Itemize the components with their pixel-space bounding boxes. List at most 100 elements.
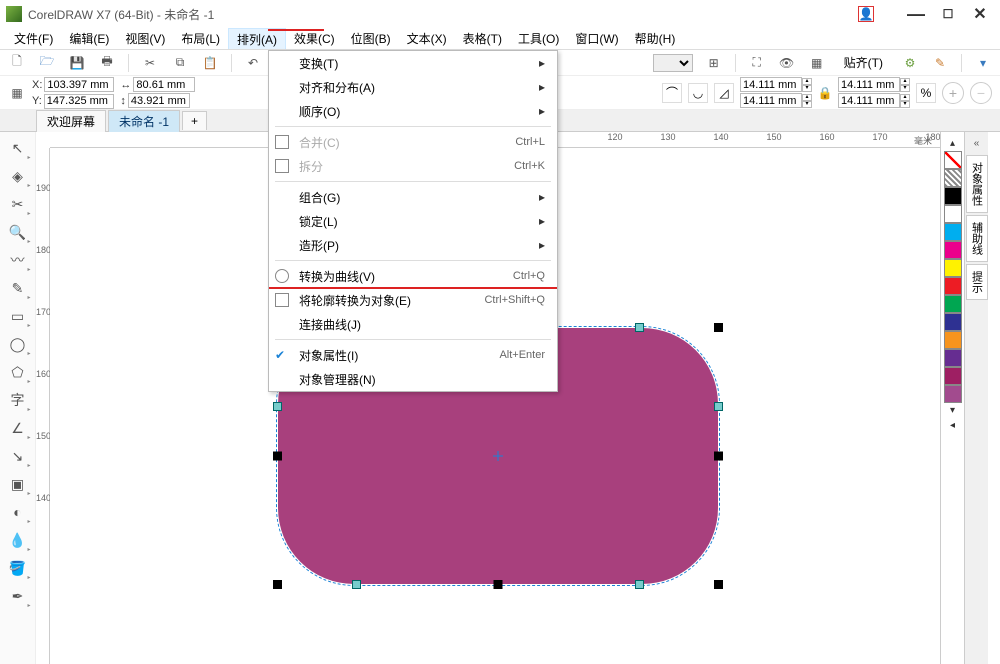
paste-icon[interactable]: 📋 xyxy=(201,54,219,72)
spinner[interactable]: ▴▾ xyxy=(802,78,812,92)
drop-shadow-tool-icon[interactable]: ▣ xyxy=(8,474,28,494)
center-marker-icon[interactable] xyxy=(493,451,503,461)
view-fullscreen-icon[interactable]: ⛶ xyxy=(748,54,766,72)
corner-node[interactable] xyxy=(714,402,723,411)
menu-arrange[interactable]: 排列(A) xyxy=(228,28,286,49)
corner-round-icon[interactable]: ⌒ xyxy=(662,83,682,103)
ellipse-tool-icon[interactable]: ◯ xyxy=(8,334,28,354)
handle-bot-left[interactable] xyxy=(273,580,282,589)
relative-corner-icon[interactable]: % xyxy=(916,83,936,103)
minimize-button[interactable]: — xyxy=(902,3,930,25)
object-origin-icon[interactable]: ▦ xyxy=(8,84,26,102)
color-swatch[interactable] xyxy=(944,205,962,223)
app-launcher-icon[interactable]: ▾ xyxy=(974,54,992,72)
cut-icon[interactable]: ✂ xyxy=(141,54,159,72)
print-icon[interactable]: 🖶 xyxy=(98,54,116,72)
menu-join-curves[interactable]: 连接曲线(J) xyxy=(269,312,557,336)
tab-document[interactable]: 未命名 -1 xyxy=(108,110,180,132)
rectangle-tool-icon[interactable]: ▭ xyxy=(8,306,28,326)
tab-add[interactable]: + xyxy=(182,111,207,130)
corner-node[interactable] xyxy=(635,323,644,332)
color-swatch[interactable] xyxy=(944,241,962,259)
menu-outline-to-object[interactable]: 将轮廓转换为对象(E)Ctrl+Shift+Q xyxy=(269,288,557,312)
open-icon[interactable]: 🗁 xyxy=(38,54,56,72)
palette-flyout-icon[interactable]: ◂ xyxy=(950,420,955,431)
artistic-tool-icon[interactable]: ✎ xyxy=(8,278,28,298)
color-swatch[interactable] xyxy=(944,331,962,349)
corner-br-input[interactable] xyxy=(838,93,900,108)
parallel-dim-tool-icon[interactable]: ∠ xyxy=(8,418,28,438)
menu-align-distribute[interactable]: 对齐和分布(A)▸ xyxy=(269,75,557,99)
width-input[interactable] xyxy=(133,77,195,92)
palette-down-icon[interactable]: ▾ xyxy=(950,405,955,416)
color-swatch[interactable] xyxy=(944,367,962,385)
menu-lock[interactable]: 锁定(L)▸ xyxy=(269,209,557,233)
user-badge-icon[interactable]: 👤 xyxy=(858,6,874,22)
handle-mid-left[interactable] xyxy=(273,452,282,461)
menu-convert-to-curves[interactable]: 转换为曲线(V)Ctrl+Q xyxy=(269,264,557,288)
eyedropper-tool-icon[interactable]: 💧 xyxy=(8,530,28,550)
menu-transform[interactable]: 变换(T)▸ xyxy=(269,51,557,75)
menu-group[interactable]: 组合(G)▸ xyxy=(269,185,557,209)
freehand-tool-icon[interactable]: 〰 xyxy=(8,250,28,270)
spinner[interactable]: ▴▾ xyxy=(900,94,910,108)
crop-tool-icon[interactable]: ✂ xyxy=(8,194,28,214)
pick-tool-icon[interactable]: ↖ xyxy=(8,138,28,158)
launch-icon[interactable]: ✎ xyxy=(931,54,949,72)
spinner[interactable]: ▴▾ xyxy=(802,94,812,108)
color-swatch[interactable] xyxy=(944,313,962,331)
shape-tool-icon[interactable]: ◈ xyxy=(8,166,28,186)
corner-node[interactable] xyxy=(352,580,361,589)
snap-to-label[interactable]: 贴齐(T) xyxy=(838,54,889,71)
x-position-input[interactable] xyxy=(44,77,114,92)
maximize-button[interactable]: ☐ xyxy=(934,3,962,25)
menu-edit[interactable]: 编辑(E) xyxy=(61,28,117,49)
corner-node[interactable] xyxy=(635,580,644,589)
new-icon[interactable]: 🗋 xyxy=(8,54,26,72)
copy-icon[interactable]: ⧉ xyxy=(171,54,189,72)
menu-layout[interactable]: 布局(L) xyxy=(173,28,228,49)
menu-table[interactable]: 表格(T) xyxy=(455,28,510,49)
handle-bot-right[interactable] xyxy=(714,580,723,589)
color-swatch[interactable] xyxy=(944,223,962,241)
menu-tools[interactable]: 工具(O) xyxy=(510,28,567,49)
menu-text[interactable]: 文本(X) xyxy=(399,28,455,49)
polygon-tool-icon[interactable]: ⬠ xyxy=(8,362,28,382)
text-tool-icon[interactable]: 字 xyxy=(8,390,28,410)
menu-help[interactable]: 帮助(H) xyxy=(627,28,684,49)
options-icon[interactable]: ⚙ xyxy=(901,54,919,72)
menu-object-manager[interactable]: 对象管理器(N) xyxy=(269,367,557,391)
corner-tr-input[interactable] xyxy=(838,77,900,92)
close-button[interactable]: ✕ xyxy=(966,3,994,25)
view-preview-icon[interactable]: 👁 xyxy=(778,54,796,72)
handle-top-right[interactable] xyxy=(714,323,723,332)
handle-mid-right[interactable] xyxy=(714,452,723,461)
handle-bot-mid[interactable] xyxy=(494,580,503,589)
menu-file[interactable]: 文件(F) xyxy=(6,28,61,49)
undo-icon[interactable]: ↶ xyxy=(244,54,262,72)
menu-bitmaps[interactable]: 位图(B) xyxy=(343,28,399,49)
color-swatch[interactable] xyxy=(944,187,962,205)
menu-shaping[interactable]: 造形(P)▸ xyxy=(269,233,557,257)
menu-view[interactable]: 视图(V) xyxy=(117,28,173,49)
transparency-tool-icon[interactable]: ◐ xyxy=(8,502,28,522)
menu-window[interactable]: 窗口(W) xyxy=(567,28,626,49)
palette-up-icon[interactable]: ▴ xyxy=(950,138,955,149)
add-preset-icon[interactable]: + xyxy=(942,82,964,104)
swatch-pattern[interactable] xyxy=(944,169,962,187)
lock-corners-icon[interactable]: 🔒 xyxy=(818,86,832,100)
docker-expand-icon[interactable]: « xyxy=(974,138,980,149)
docker-guidelines[interactable]: 辅助线 xyxy=(966,215,988,262)
outline-tool-icon[interactable]: ✒ xyxy=(8,586,28,606)
view-rulers-icon[interactable]: ▦ xyxy=(808,54,826,72)
connector-tool-icon[interactable]: ↘ xyxy=(8,446,28,466)
snap-icon[interactable]: ⊞ xyxy=(705,54,723,72)
spinner[interactable]: ▴▾ xyxy=(900,78,910,92)
color-swatch[interactable] xyxy=(944,349,962,367)
fill-tool-icon[interactable]: 🪣 xyxy=(8,558,28,578)
menu-order[interactable]: 顺序(O)▸ xyxy=(269,99,557,123)
height-input[interactable] xyxy=(128,93,190,108)
zoom-tool-icon[interactable]: 🔍 xyxy=(8,222,28,242)
corner-tl-input[interactable] xyxy=(740,77,802,92)
swatch-nocolor[interactable] xyxy=(944,151,962,169)
